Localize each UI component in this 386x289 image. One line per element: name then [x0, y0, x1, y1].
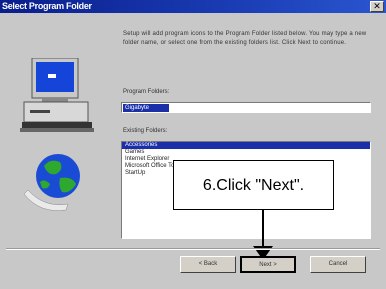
window-title: Select Program Folder: [2, 1, 92, 11]
program-folder-value: Gigabyte: [123, 104, 169, 112]
existing-folders-label: Existing Folders:: [123, 128, 168, 134]
next-button[interactable]: Next >: [240, 256, 296, 273]
setup-illustration: [20, 58, 94, 211]
back-button[interactable]: < Back: [180, 256, 236, 273]
callout-arrow-line: [262, 210, 264, 250]
instructions-text: Setup will add program icons to the Prog…: [123, 31, 367, 46]
instruction-callout: 6.Click "Next".: [173, 160, 334, 210]
program-folder-input[interactable]: Gigabyte: [121, 102, 371, 113]
list-item[interactable]: Games: [122, 149, 370, 156]
program-folder-label: Program Folders:: [123, 89, 170, 95]
cancel-button[interactable]: Cancel: [310, 256, 366, 273]
list-item[interactable]: Accessories: [122, 142, 370, 149]
close-icon: ✕: [373, 1, 381, 11]
close-button[interactable]: ✕: [370, 1, 384, 12]
title-bar: Select Program Folder ✕: [0, 0, 386, 13]
button-separator: [6, 248, 380, 250]
